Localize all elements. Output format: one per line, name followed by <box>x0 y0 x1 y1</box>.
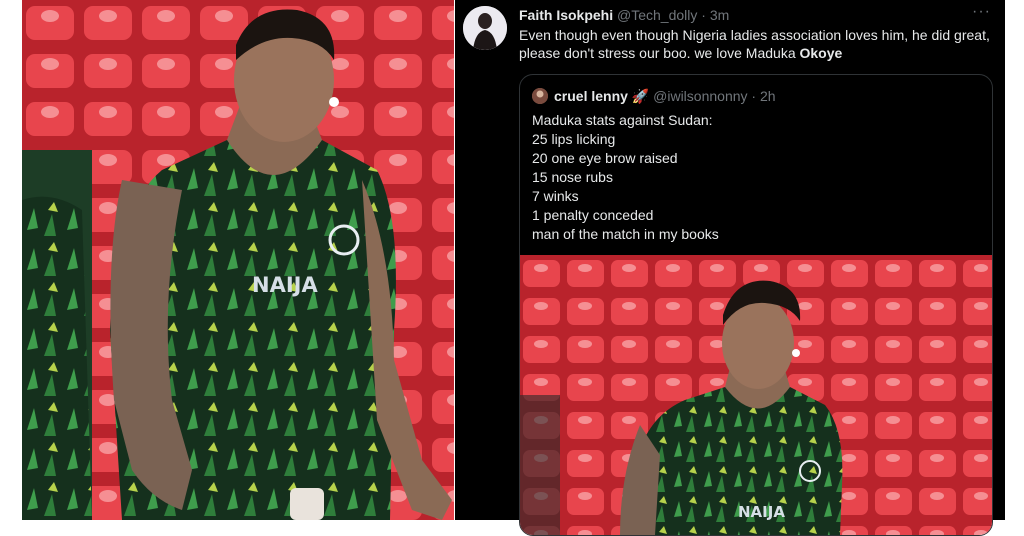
author-name[interactable]: Faith Isokpehi <box>519 7 613 23</box>
quoted-tweet[interactable]: cruel lenny 🚀 @iwilsonnonny · 2h Maduka … <box>519 74 993 536</box>
tweet-header: Faith Isokpehi @Tech_dolly · 3m <box>519 7 729 23</box>
jersey-text-left: NAIJA <box>252 273 318 297</box>
quoted-line: Maduka stats against Sudan: <box>532 112 713 128</box>
separator-dot: · <box>701 7 706 23</box>
quoted-line: man of the match in my books <box>532 226 719 242</box>
quoted-author-avatar <box>532 88 548 104</box>
quoted-line: 25 lips licking <box>532 131 616 147</box>
tweet-panel: Faith Isokpehi @Tech_dolly · 3m ··· Even… <box>455 0 1005 536</box>
quoted-author-handle: @iwilsonnonny <box>653 88 748 104</box>
author-handle[interactable]: @Tech_dolly <box>617 7 697 23</box>
jersey-text-quoted: NAIJA <box>738 503 785 521</box>
quoted-time: 2h <box>759 88 776 104</box>
tweet-text: Even though even though Nigeria ladies a… <box>519 26 994 62</box>
quoted-header: cruel lenny 🚀 @iwilsonnonny · 2h <box>554 88 776 105</box>
rocket-icon: 🚀 <box>631 88 650 104</box>
quoted-media-photo[interactable]: NAIJA <box>520 255 992 535</box>
tweet-text-body: Even though even though Nigeria ladies a… <box>519 27 990 61</box>
quoted-text: Maduka stats against Sudan: 25 lips lick… <box>532 111 719 244</box>
quoted-line: 15 nose rubs <box>532 169 613 185</box>
more-options-icon[interactable]: ··· <box>972 3 991 21</box>
quoted-line: 1 penalty conceded <box>532 207 654 223</box>
author-avatar[interactable] <box>463 6 507 50</box>
player-photo-left: NAIJA <box>22 0 454 520</box>
quoted-line: 20 one eye brow raised <box>532 150 678 166</box>
tweet-text-bold: Okoye <box>799 45 843 61</box>
quoted-separator-dot: · <box>751 88 757 104</box>
quoted-line: 7 winks <box>532 188 579 204</box>
quoted-author-name: cruel lenny <box>554 88 628 104</box>
tweet-time[interactable]: 3m <box>710 7 729 23</box>
